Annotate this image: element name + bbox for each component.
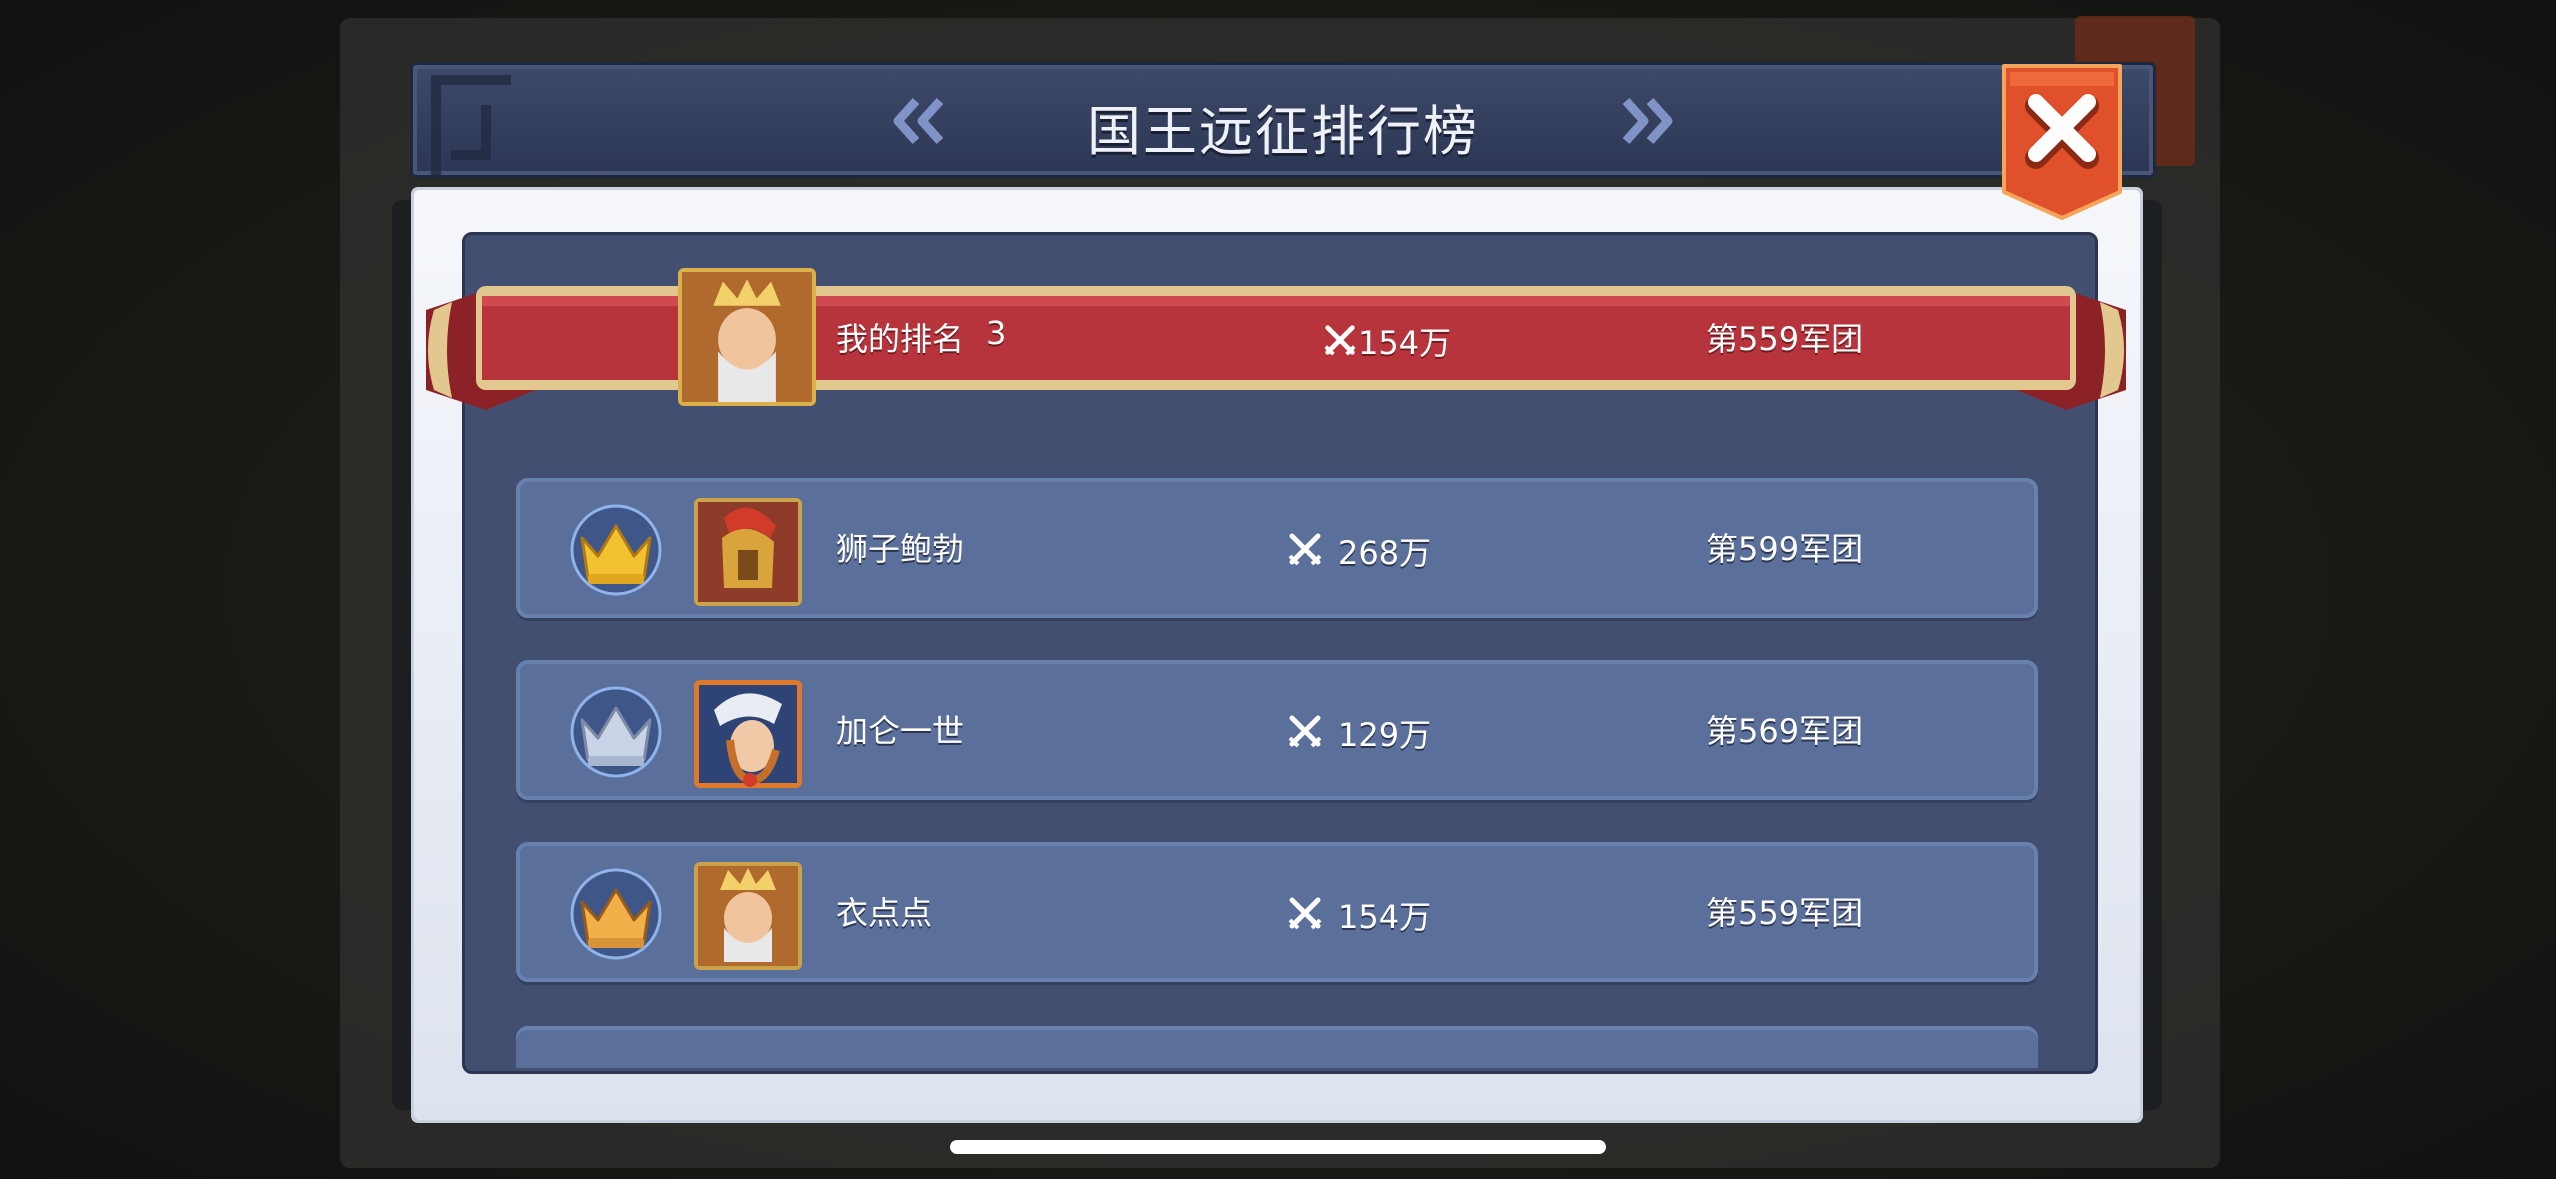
silver-crown-icon	[568, 686, 664, 778]
legion-label: 第569军团	[1706, 712, 1864, 750]
crossed-swords-icon	[1288, 897, 1322, 930]
my-rank-value: 3	[986, 314, 1007, 352]
avatar	[694, 498, 802, 606]
page-title: 国王远征排行榜	[1087, 100, 1479, 163]
player-name: 加仑一世	[836, 712, 965, 750]
legion-label: 第599军团	[1706, 530, 1864, 568]
power-value: 129万	[1338, 716, 1432, 754]
avatar	[678, 268, 816, 406]
title-bar: 国王远征排行榜	[410, 62, 2156, 178]
crossed-swords-icon	[1324, 325, 1356, 356]
next-page-arrow-icon[interactable]	[1613, 93, 1683, 149]
crossed-swords-icon	[1288, 715, 1322, 748]
my-legion-label: 第559军团	[1706, 320, 1864, 358]
power-value: 268万	[1338, 534, 1432, 572]
bronze-crown-icon	[568, 868, 664, 960]
leaderboard-row[interactable]: 狮子鲍勃 268万 第599军团	[516, 478, 2038, 618]
power-value: 154万	[1338, 898, 1432, 936]
crossed-swords-icon	[1288, 533, 1322, 566]
leaderboard-row[interactable]: 衣点点 154万 第559军团	[516, 842, 2038, 982]
leaderboard-row[interactable]: 加仑一世 129万 第569军团	[516, 660, 2038, 800]
my-rank-ribbon[interactable]: 我的排名 3 154万 第559军团	[426, 268, 2126, 410]
player-name: 狮子鲍勃	[836, 530, 965, 568]
avatar	[694, 680, 802, 788]
my-power-value: 154万	[1358, 324, 1452, 362]
home-indicator[interactable]	[950, 1140, 1606, 1154]
leaderboard-row-partial[interactable]	[516, 1026, 2038, 1068]
close-button[interactable]	[2000, 62, 2124, 222]
gold-crown-icon	[568, 504, 664, 596]
player-name: 衣点点	[836, 894, 933, 932]
avatar	[694, 862, 802, 970]
my-rank-label: 我的排名	[836, 320, 965, 358]
legion-label: 第559军团	[1706, 894, 1864, 932]
